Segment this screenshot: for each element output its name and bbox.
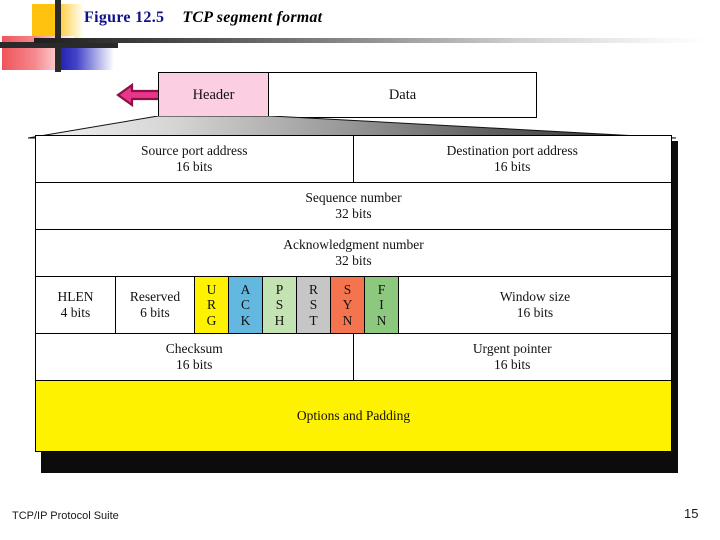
footer-title: TCP/IP Protocol Suite [12, 510, 119, 522]
field-label: Destination port address [446, 142, 578, 158]
flag-letter: N [342, 312, 353, 328]
tcp-segment-table: Source port address 16 bits Destination … [35, 135, 672, 452]
field-options-and-padding: Options and Padding [36, 381, 671, 451]
field-label: Acknowledgment number [283, 236, 424, 252]
flag-letter: P [275, 282, 284, 298]
left-arrow-icon [116, 82, 164, 108]
field-bits: 16 bits [516, 305, 554, 320]
packet-data-box: Data [268, 72, 537, 118]
field-bits: 32 bits [335, 206, 372, 221]
flag-letter: G [206, 312, 217, 328]
field-acknowledgment-number: Acknowledgment number 32 bits [36, 230, 671, 277]
deco-vertical-bar [55, 0, 61, 72]
field-bits: 32 bits [335, 253, 372, 268]
field-hlen: HLEN 4 bits [36, 277, 116, 334]
field-label: Checksum [165, 340, 223, 356]
packet-header-box: Header [158, 72, 269, 118]
field-destination-port: Destination port address 16 bits [353, 136, 671, 183]
flag-ack: A C K [229, 277, 263, 334]
field-checksum: Checksum 16 bits [36, 334, 354, 381]
field-urgent-pointer: Urgent pointer 16 bits [353, 334, 671, 381]
field-label: Window size [499, 288, 571, 304]
flag-letter: H [274, 312, 285, 328]
title-divider-rule [34, 38, 706, 43]
flag-letter: S [275, 297, 284, 313]
flag-letter: N [376, 312, 387, 328]
flag-letter: R [206, 297, 216, 313]
field-label: Urgent pointer [472, 340, 552, 356]
field-label: HLEN [57, 288, 94, 304]
field-reserved: Reserved 6 bits [116, 277, 195, 334]
flag-letter: S [343, 282, 352, 298]
field-bits: 16 bits [176, 357, 213, 372]
flag-letter: C [240, 297, 250, 313]
table-row-flags: HLEN 4 bits Reserved 6 bits U R G A C K … [36, 277, 671, 334]
flag-letter: F [377, 282, 386, 298]
field-label: Options and Padding [296, 407, 411, 423]
figure-title: TCP segment format [182, 9, 323, 26]
flag-letter: Y [342, 297, 353, 313]
table-row: Options and Padding [36, 381, 671, 451]
field-window-size: Window size 16 bits [399, 277, 671, 334]
flag-fin: F I N [365, 277, 399, 334]
table-row: Source port address 16 bits Destination … [36, 136, 671, 183]
field-label: Source port address [141, 142, 248, 158]
flag-psh: P S H [263, 277, 297, 334]
field-source-port: Source port address 16 bits [36, 136, 354, 183]
flag-letter: T [309, 312, 318, 328]
flag-letter: U [206, 282, 217, 298]
flag-rst: R S T [297, 277, 331, 334]
flag-letter: K [240, 312, 251, 328]
flag-syn: S Y N [331, 277, 365, 334]
flag-urg: U R G [195, 277, 229, 334]
page-title: Figure 12.5 TCP segment format [84, 9, 322, 27]
flag-letter: A [240, 282, 251, 298]
field-sequence-number: Sequence number 32 bits [36, 183, 671, 230]
table-row: Checksum 16 bits Urgent pointer 16 bits [36, 334, 671, 381]
field-label: Reserved [129, 288, 181, 304]
footer-page-number: 15 [684, 506, 699, 521]
field-bits: 16 bits [176, 159, 213, 174]
table-row: Sequence number 32 bits [36, 183, 671, 230]
field-bits: 16 bits [494, 159, 531, 174]
table-row: Acknowledgment number 32 bits [36, 230, 671, 277]
field-bits: 16 bits [494, 357, 531, 372]
flag-letter: R [308, 282, 318, 298]
field-label: Sequence number [305, 189, 402, 205]
figure-number: Figure 12.5 [84, 9, 165, 26]
flag-letter: S [309, 297, 318, 313]
field-bits: 4 bits [60, 305, 91, 320]
field-bits: 6 bits [140, 305, 170, 320]
flag-letter: I [379, 297, 384, 313]
packet-diagram: Header Data [158, 72, 537, 118]
